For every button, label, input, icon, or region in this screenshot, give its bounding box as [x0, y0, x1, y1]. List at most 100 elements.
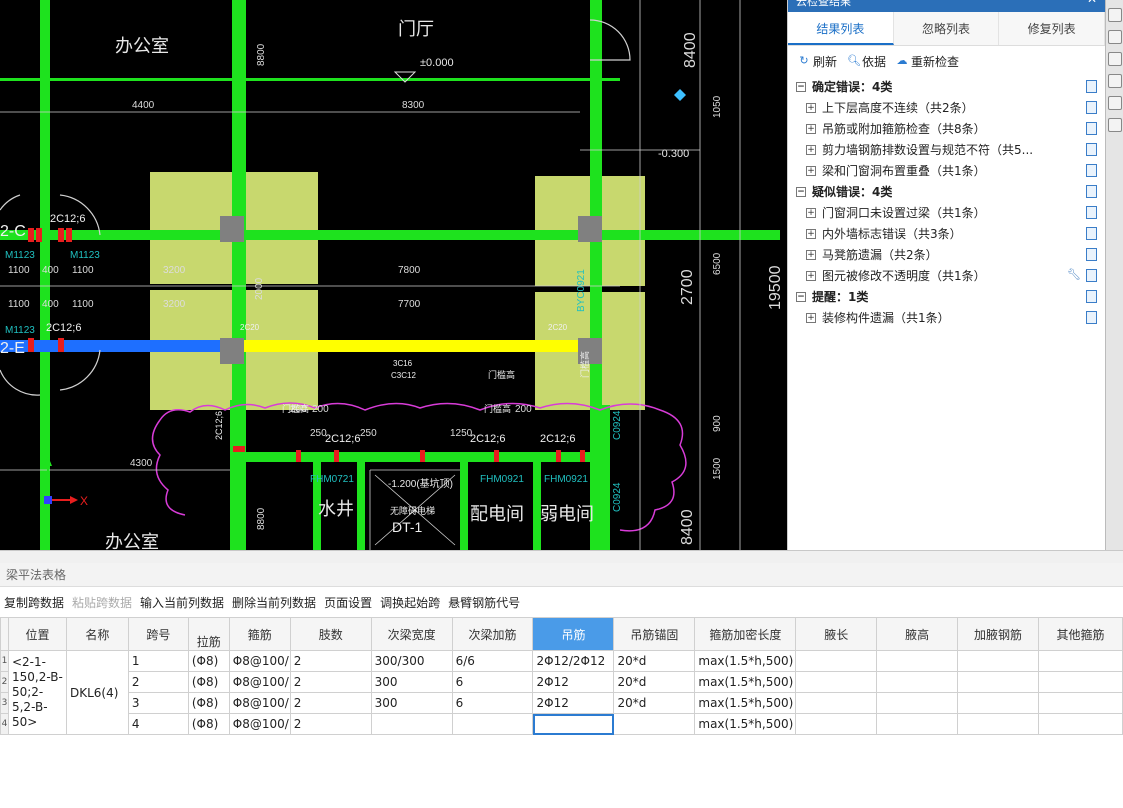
row-number[interactable]: 2	[0, 671, 9, 693]
cell[interactable]	[876, 713, 959, 735]
copy-span-button[interactable]: 复制跨数据	[4, 594, 64, 611]
page-setup-button[interactable]: 页面设置	[324, 594, 372, 611]
tree-group-errors[interactable]: − 确定错误：4类	[796, 76, 1105, 97]
cell-position[interactable]: <2-1-150,2-B-50;2-5,2-B-50>	[7, 650, 67, 735]
cell[interactable]	[1037, 650, 1123, 672]
cell[interactable]: 2	[127, 671, 189, 693]
table-row[interactable]: 2 2 (Φ8) Φ8@100/ 2 300 6 2Φ12 20*d max(1…	[0, 671, 1123, 693]
cell[interactable]: (Φ8)	[187, 671, 230, 693]
cell[interactable]: max(1.5*h,500)	[694, 713, 797, 735]
cell[interactable]: Φ8@100/	[228, 671, 291, 693]
cell[interactable]: 2	[289, 650, 372, 672]
col-header[interactable]: 次梁加筋	[451, 617, 534, 651]
cell[interactable]: 1	[127, 650, 189, 672]
col-header-selected[interactable]: 吊筋	[532, 617, 615, 651]
doc-icon[interactable]	[1086, 164, 1097, 177]
refresh-button[interactable]: ↻ 刷新	[798, 53, 837, 70]
col-header[interactable]: 次梁宽度	[370, 617, 453, 651]
tree-group-suspect[interactable]: − 疑似错误：4类	[796, 181, 1105, 202]
tree-item[interactable]: + 梁和门窗洞布置重叠（共1条）	[796, 160, 1105, 181]
cell[interactable]: 300	[370, 671, 453, 693]
pane-splitter[interactable]	[0, 550, 1123, 563]
col-header[interactable]: 名称	[65, 617, 129, 651]
cell[interactable]: max(1.5*h,500)	[694, 650, 797, 672]
cell[interactable]: 20*d	[613, 671, 696, 693]
swap-start-span-button[interactable]: 调换起始跨	[380, 594, 440, 611]
cell[interactable]: 6	[451, 692, 534, 714]
cell[interactable]	[795, 671, 878, 693]
tab-ignored[interactable]: 忽略列表	[893, 12, 1000, 45]
cell[interactable]: max(1.5*h,500)	[694, 671, 797, 693]
tree-group-reminder[interactable]: − 提醒：1类	[796, 286, 1105, 307]
expand-icon[interactable]: +	[806, 102, 816, 113]
expand-icon[interactable]: +	[806, 123, 816, 134]
cell[interactable]: 2Φ12/2Φ12	[532, 650, 615, 672]
close-icon[interactable]: ✕	[1087, 0, 1097, 5]
cell[interactable]	[1037, 671, 1123, 693]
expand-icon[interactable]: +	[806, 144, 816, 155]
cell[interactable]: (Φ8)	[187, 650, 230, 672]
cell[interactable]: (Φ8)	[187, 692, 230, 714]
cell[interactable]	[795, 713, 878, 735]
cell[interactable]	[876, 671, 959, 693]
expand-icon[interactable]: +	[806, 249, 816, 260]
doc-icon[interactable]	[1086, 290, 1097, 303]
cell[interactable]: 2	[289, 671, 372, 693]
tool-button[interactable]	[1108, 30, 1122, 44]
collapse-icon[interactable]: −	[796, 291, 806, 302]
cell[interactable]	[957, 692, 1039, 714]
recheck-button[interactable]: ☁ 重新检查	[896, 53, 960, 70]
expand-icon[interactable]: +	[806, 270, 816, 281]
doc-icon[interactable]	[1086, 248, 1097, 261]
cell[interactable]	[370, 713, 453, 735]
cell[interactable]	[876, 692, 959, 714]
tree-item[interactable]: + 内外墙标志错误（共3条）	[796, 223, 1105, 244]
doc-icon[interactable]	[1086, 185, 1097, 198]
collapse-icon[interactable]: −	[796, 81, 806, 92]
tree-item[interactable]: + 马凳筋遗漏（共2条）	[796, 244, 1105, 265]
cad-canvas[interactable]: 办公室 门厅 办公室 水井 配电间 弱电间 ±0.000 -0.300 -1.2…	[0, 0, 787, 550]
cell[interactable]: Φ8@100/	[228, 692, 291, 714]
tool-button[interactable]	[1108, 74, 1122, 88]
doc-icon[interactable]	[1086, 206, 1097, 219]
tree-item[interactable]: + 装修构件遗漏（共1条）	[796, 307, 1105, 328]
tree-item[interactable]: + 吊筋或附加箍筋检查（共8条）	[796, 118, 1105, 139]
row-number[interactable]: 1	[0, 650, 9, 672]
doc-icon[interactable]	[1086, 122, 1097, 135]
collapse-icon[interactable]: −	[796, 186, 806, 197]
doc-icon[interactable]	[1086, 269, 1097, 282]
cantilever-code-button[interactable]: 悬臂钢筋代号	[448, 594, 520, 611]
cell[interactable]: 20*d	[613, 650, 696, 672]
cell[interactable]	[957, 713, 1039, 735]
expand-icon[interactable]: +	[806, 165, 816, 176]
col-header[interactable]: 位置	[7, 617, 67, 651]
cell[interactable]: 2Φ12	[532, 692, 615, 714]
tool-button[interactable]	[1108, 118, 1122, 132]
tab-fixed[interactable]: 修复列表	[999, 12, 1105, 45]
tree-item[interactable]: + 门窗洞口未设置过梁（共1条）	[796, 202, 1105, 223]
cell[interactable]	[451, 713, 534, 735]
tool-button[interactable]	[1108, 8, 1122, 22]
cell[interactable]: 2	[289, 692, 372, 714]
doc-icon[interactable]	[1086, 101, 1097, 114]
expand-icon[interactable]: +	[806, 312, 816, 323]
col-header[interactable]: 加腋钢筋	[957, 617, 1039, 651]
col-header[interactable]: 吊筋锚固	[613, 617, 696, 651]
delete-column-button[interactable]: 删除当前列数据	[232, 594, 316, 611]
cell[interactable]: 300/300	[370, 650, 453, 672]
col-header[interactable]: 腋长	[795, 617, 878, 651]
col-header[interactable]: 其他箍筋	[1037, 617, 1123, 651]
col-header[interactable]: 腋高	[876, 617, 959, 651]
cell[interactable]	[957, 650, 1039, 672]
cell[interactable]: Φ8@100/	[228, 713, 291, 735]
tree-item[interactable]: + 上下层高度不连续（共2条）	[796, 97, 1105, 118]
tree-item[interactable]: + 剪力墙钢筋排数设置与规范不符（共5...	[796, 139, 1105, 160]
cell-name[interactable]: DKL6(4)	[65, 650, 129, 735]
col-header[interactable]: 箍筋	[228, 617, 291, 651]
cell[interactable]: 3	[127, 692, 189, 714]
basis-button[interactable]: 🔍︎ 依据	[847, 53, 886, 70]
table-row[interactable]: 4 4 (Φ8) Φ8@100/ 2 max(1.5*h,500)	[0, 713, 1123, 735]
wrench-icon[interactable]: 🔧︎	[1067, 268, 1081, 281]
col-header[interactable]: 肢数	[289, 617, 372, 651]
cell[interactable]: (Φ8)	[187, 713, 230, 735]
